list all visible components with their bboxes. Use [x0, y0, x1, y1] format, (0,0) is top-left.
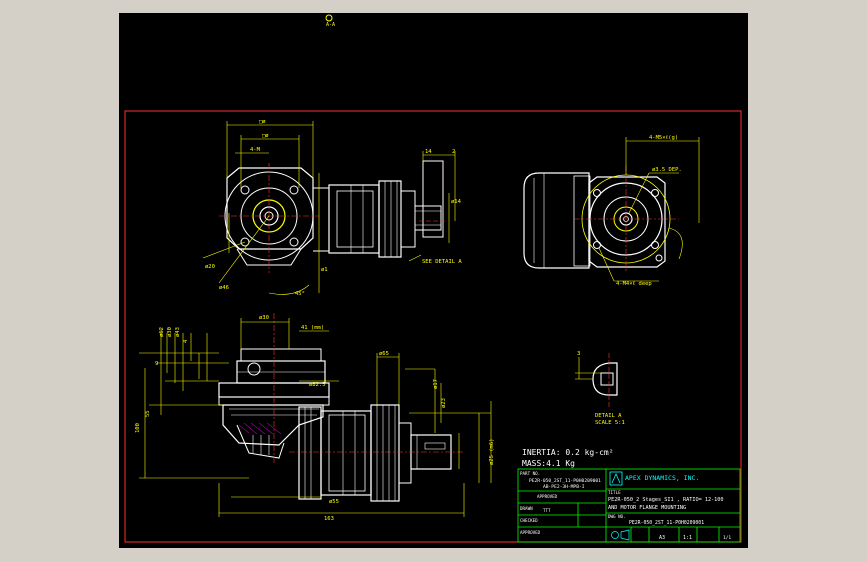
- dim-tap-holes: 4-M5×ℓ(g): [649, 135, 678, 141]
- dim-shaft-dia2: ø17: [433, 379, 439, 389]
- front-view-left: □ø □ø 4-M ø20 ø46 45° 14 2 SEE DETAIL A …: [202, 119, 462, 297]
- see-detail-a-label: SEE DETAIL A: [422, 259, 462, 265]
- section-mark: A-A: [325, 14, 335, 28]
- drawn-label: DRAWN: [520, 506, 533, 511]
- sheet-number: 1/1: [723, 535, 731, 541]
- dim-square-inner: □ø: [262, 133, 269, 139]
- title-label: TITLE: [608, 490, 621, 495]
- title-line-1: PE2R-050_2 Stages_SI1 , RATIO= 12-100: [608, 497, 724, 503]
- company-name: APEX DYNAMICS, INC.: [625, 474, 699, 482]
- dim-head-dia: ø30: [259, 315, 269, 321]
- dim-head-len: 41 (mm): [301, 325, 324, 331]
- dim-angle: 45°: [295, 291, 305, 297]
- dim-v2: ø30: [167, 327, 173, 337]
- dim-v3: ø43: [175, 327, 181, 337]
- dim-shaft-dia: ø14: [451, 199, 462, 205]
- dim-pcd: ø46: [219, 285, 229, 291]
- dim-flange-dia: ø82.5: [309, 382, 326, 388]
- part-no-1: PE2R-050_2ST_11-P0H0209001: [529, 478, 601, 484]
- checked-label: CHECKED: [520, 518, 538, 523]
- dim-square-outer: □ø: [259, 119, 266, 125]
- approved2-label: APPROVED: [520, 530, 541, 535]
- drawing-svg: A-A □ø □ø 4-M ø20 ø46 45° 14 2 SEE DETAI…: [124, 14, 742, 543]
- title-line-2: AND MOTOR FLANGE MOUNTING: [608, 505, 686, 511]
- drawn-value: TTT: [543, 508, 551, 513]
- dim-height-part: 55: [145, 410, 151, 417]
- dim-pcd-right: ø3.5 DEP.: [652, 167, 682, 173]
- dim-v4: 4: [183, 339, 189, 343]
- detail-a-view: 3 DETAIL A SCALE 5:1: [575, 351, 625, 426]
- inertia-note: INERTIA: 0.2 kg-cm²: [522, 448, 614, 457]
- detail-a-title: DETAIL A: [595, 413, 622, 419]
- dim-overall-length: 163: [324, 516, 334, 522]
- mass-note: MASS:4.1 Kg: [522, 459, 575, 468]
- dim-plate-width: 14: [425, 149, 432, 155]
- dwg-no: PE2R-050_2ST_11-P0H0209001: [629, 520, 704, 526]
- dim-shaft-small: ø1: [321, 267, 328, 273]
- dim-body-dia: ø65: [379, 351, 389, 357]
- approved-label: APPROVED: [537, 494, 558, 499]
- notes: INERTIA: 0.2 kg-cm² MASS:4.1 Kg: [522, 448, 614, 468]
- dim-output-shaft: ø25 (m6): [489, 439, 495, 466]
- drawing-scale: 1:1: [683, 535, 692, 541]
- part-no-label: PART NO.: [520, 471, 540, 476]
- dim-mount-holes: 4-M4×ℓ deep: [616, 281, 652, 287]
- dim-v5: 9: [155, 361, 158, 367]
- dim-body-length: ø55: [329, 499, 339, 505]
- front-view-right: 4-M5×ℓ(g) ø3.5 DEP. 4-M4×ℓ deep: [523, 135, 700, 287]
- top-mark-text: A-A: [326, 22, 335, 28]
- dim-shaft-dia3: ø23: [441, 398, 447, 408]
- dim-pilot-dia: ø20: [205, 264, 215, 270]
- cad-drawing-canvas: A-A □ø □ø 4-M ø20 ø46 45° 14 2 SEE DETAI…: [119, 13, 748, 548]
- part-no-2: AB-PE2-3H-MPB-I: [543, 484, 585, 490]
- detail-dim: 3: [577, 351, 580, 357]
- detail-a-scale: SCALE 5:1: [595, 420, 625, 426]
- title-block: PART NO. PE2R-050_2ST_11-P0H0209001 AB-P…: [517, 468, 741, 543]
- dim-total-height: 100: [135, 423, 141, 433]
- dim-plate-gap: 2: [452, 149, 455, 155]
- projection-symbol: [611, 529, 630, 541]
- sheet-size: A3: [659, 535, 665, 541]
- dwg-no-label: DWG NO.: [608, 514, 626, 519]
- side-section-view: ø30 41 (mm) ø62 ø30 ø43 ø82.5 ø65 ø17 ø2…: [135, 313, 495, 522]
- dim-bolt-thread: 4-M: [250, 147, 261, 153]
- dim-v1: ø62: [159, 327, 165, 337]
